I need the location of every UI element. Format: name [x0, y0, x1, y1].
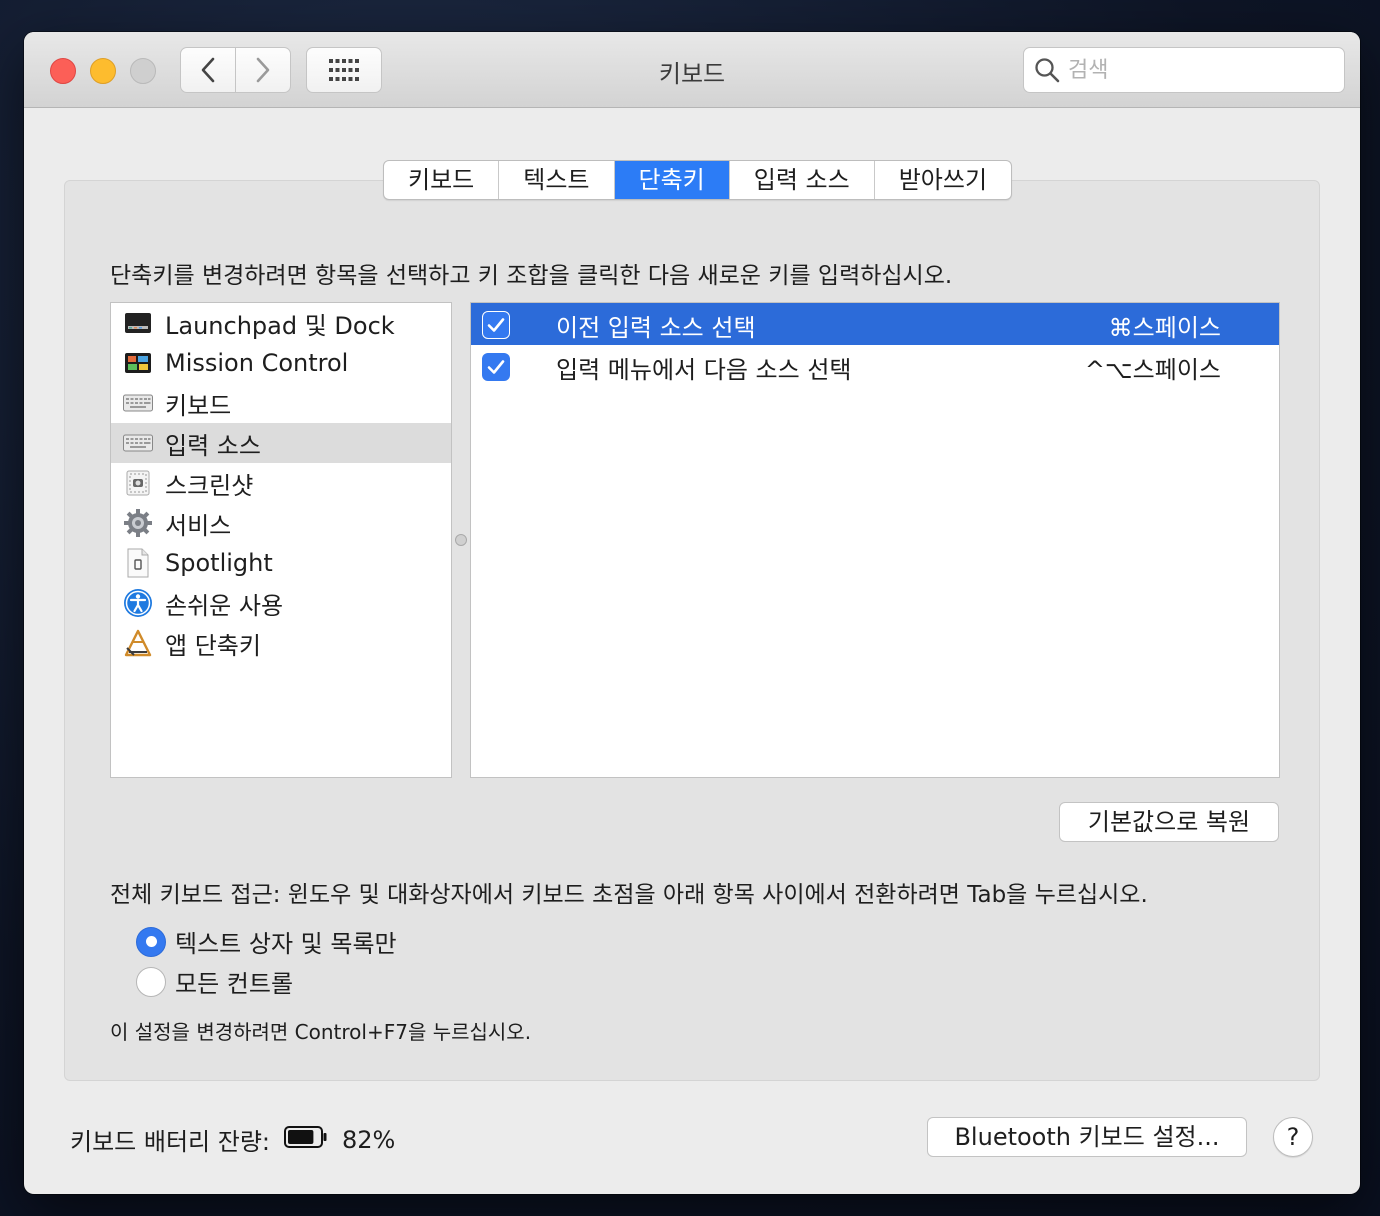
restore-defaults-button[interactable]: 기본값으로 복원: [1059, 802, 1279, 842]
keyboard-icon: [123, 388, 153, 418]
shortcut-row[interactable]: 입력 메뉴에서 다음 소스 선택 ^⌥스페이스: [471, 345, 1279, 387]
mission-control-icon: [123, 348, 153, 378]
shortcut-label: 입력 메뉴에서 다음 소스 선택: [556, 356, 852, 384]
radio-button-selected[interactable]: [136, 926, 166, 957]
tab-shortcuts[interactable]: 단축키: [613, 161, 729, 199]
category-item-app-shortcuts[interactable]: 앱 단축키: [111, 623, 451, 663]
category-item-label: Launchpad 및 Dock: [165, 311, 395, 340]
shortcut-label: 이전 입력 소스 선택: [556, 314, 756, 342]
checkmark-icon: [487, 318, 505, 332]
control-f7-hint: 이 설정을 변경하려면 Control+F7을 누르십시오.: [110, 1020, 532, 1044]
radio-text-boxes-and-lists[interactable]: 텍스트 상자 및 목록만: [136, 924, 397, 959]
screenshot-icon: [123, 468, 153, 498]
keyboard-icon: [123, 428, 153, 458]
launchpad-dock-icon: [123, 308, 153, 338]
help-button[interactable]: ?: [1273, 1117, 1313, 1157]
search-field[interactable]: [1023, 47, 1345, 93]
category-item-keyboard[interactable]: 키보드: [111, 383, 451, 423]
tab-text[interactable]: 텍스트: [498, 161, 613, 199]
category-item-label: 서비스: [165, 511, 232, 540]
shortcut-checkbox[interactable]: [482, 311, 510, 339]
preferences-window: 키보드 키보드 텍스트 단축키 입력 소스 받아쓰기 단축키를 변경하려면 항목…: [24, 32, 1360, 1194]
accessibility-icon: [123, 588, 153, 618]
search-icon: [1035, 58, 1060, 83]
battery-status: 키보드 배터리 잔량: 82%: [70, 1122, 395, 1157]
category-item-label: Spotlight: [165, 549, 273, 577]
category-item-input-sources[interactable]: 입력 소스: [111, 423, 451, 463]
category-item-launchpad-dock[interactable]: Launchpad 및 Dock: [111, 303, 451, 343]
category-item-label: Mission Control: [165, 349, 349, 377]
tab-bar: 키보드 텍스트 단축키 입력 소스 받아쓰기: [383, 160, 1013, 200]
title-bar: 키보드: [24, 32, 1360, 108]
full-keyboard-access-description: 전체 키보드 접근: 윈도우 및 대화상자에서 키보드 초점을 아래 항목 사이…: [110, 882, 1148, 908]
category-item-label: 키보드: [165, 391, 232, 420]
instruction-text: 단축키를 변경하려면 항목을 선택하고 키 조합을 클릭한 다음 새로운 키를 …: [110, 263, 953, 289]
shortcut-checkbox[interactable]: [482, 353, 510, 381]
category-item-label: 앱 단축키: [165, 631, 261, 660]
spotlight-icon: [123, 548, 153, 578]
radio-all-controls[interactable]: 모든 컨트롤: [136, 964, 293, 999]
category-item-label: 입력 소스: [165, 431, 261, 460]
battery-icon: [283, 1125, 328, 1155]
radio-label: 모든 컨트롤: [175, 970, 294, 998]
checkmark-icon: [487, 360, 505, 374]
shortcut-keys[interactable]: ^⌥스페이스: [1085, 350, 1221, 385]
category-item-spotlight[interactable]: Spotlight: [111, 543, 451, 583]
tab-input-sources[interactable]: 입력 소스: [728, 161, 874, 199]
battery-percent: 82%: [341, 1125, 396, 1154]
shortcut-keys[interactable]: ⌘스페이스: [1109, 308, 1221, 343]
bluetooth-keyboard-setup-button[interactable]: Bluetooth 키보드 설정...: [927, 1117, 1247, 1157]
category-item-label: 스크린샷: [165, 471, 254, 500]
gear-icon: [123, 508, 153, 538]
category-list: Launchpad 및 Dock Mission Control 키보드 입력 …: [110, 302, 452, 778]
radio-label: 텍스트 상자 및 목록만: [175, 930, 397, 958]
category-item-screenshot[interactable]: 스크린샷: [111, 463, 451, 503]
shortcut-list: 이전 입력 소스 선택 ⌘스페이스 입력 메뉴에서 다음 소스 선택 ^⌥스페이…: [470, 302, 1280, 778]
category-item-services[interactable]: 서비스: [111, 503, 451, 543]
app-shortcuts-icon: [123, 628, 153, 658]
split-view-handle[interactable]: [455, 534, 467, 546]
tab-dictation[interactable]: 받아쓰기: [873, 161, 1011, 199]
radio-button[interactable]: [136, 966, 166, 997]
search-input[interactable]: [1068, 57, 1318, 83]
battery-label: 키보드 배터리 잔량:: [70, 1128, 270, 1156]
category-item-accessibility[interactable]: 손쉬운 사용: [111, 583, 451, 623]
category-item-label: 손쉬운 사용: [165, 591, 284, 620]
shortcut-row[interactable]: 이전 입력 소스 선택 ⌘스페이스: [471, 303, 1279, 345]
tab-keyboard[interactable]: 키보드: [384, 161, 498, 199]
category-item-mission-control[interactable]: Mission Control: [111, 343, 451, 383]
